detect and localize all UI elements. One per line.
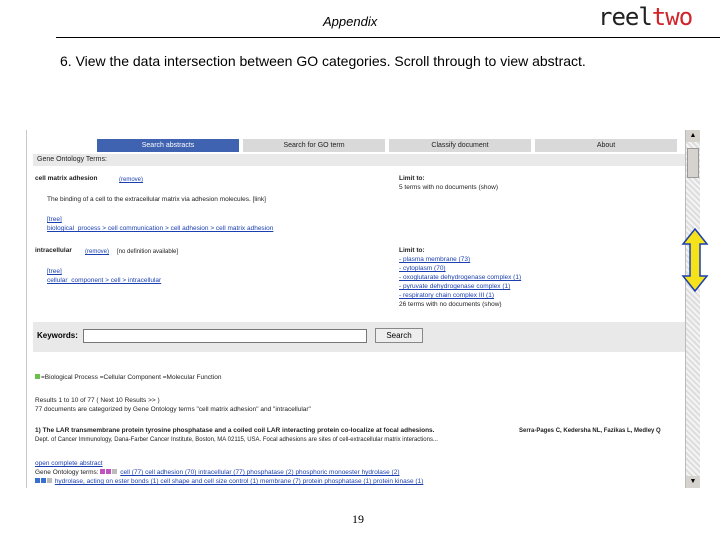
legend-text: =Biological Process =Cellular Component … [41, 374, 222, 381]
term1-remove-link[interactable]: (remove) [119, 176, 143, 184]
logo-two: two [651, 3, 693, 31]
go-terms-row: hydrolase, acting on ester bonds (1) cel… [35, 478, 423, 486]
term1-name: cell matrix adhesion [35, 175, 98, 182]
term2-name: intracellular [35, 247, 72, 254]
abstract-title[interactable]: 1) The LAR transmembrane protein tyrosin… [35, 427, 434, 435]
results-summary: 77 documents are categorized by Gene Ont… [35, 406, 311, 413]
go-terms-line[interactable]: cell (77) cell adhesion (70) intracellul… [120, 469, 399, 476]
term2-remove-link[interactable]: (remove) [85, 248, 109, 256]
star-icon [112, 469, 118, 474]
term2-limit-item[interactable]: - pyruvate dehydrogenase complex (1) [399, 283, 510, 291]
term2-limit-item[interactable]: - oxoglutarate dehydrogenase complex (1) [399, 274, 521, 282]
star-icon [35, 478, 40, 483]
vertical-scrollbar[interactable]: ▲ ▼ [685, 130, 700, 488]
term2-limit-item[interactable]: - cytoplasm (70) [399, 265, 446, 273]
star-icon [47, 478, 52, 483]
term2-tree-link[interactable]: [tree] [47, 268, 62, 276]
tab-search-abstracts[interactable]: Search abstracts [97, 139, 239, 152]
double-arrow-icon [681, 228, 709, 292]
star-icon [41, 478, 46, 483]
term2-limit-label: Limit to: [399, 247, 425, 254]
instruction-text: 6. View the data intersection between GO… [60, 53, 586, 69]
go-terms-heading: Gene Ontology Terms: [33, 154, 697, 166]
term2-limit-item[interactable]: - plasma membrane (73) [399, 256, 470, 264]
results-count: Results 1 to 10 of 77 ( Next 10 Results … [35, 397, 160, 404]
term1-path[interactable]: biological_process > cell communication … [47, 225, 273, 233]
term1-limit-label: Limit to: [399, 175, 425, 182]
term2-limit-item[interactable]: - respiratory chain complex III (1) [399, 292, 494, 300]
term2-path[interactable]: cellular_component > cell > intracellula… [47, 277, 161, 285]
star-icon [35, 374, 40, 379]
scroll-down-arrow-icon[interactable]: ▼ [686, 476, 700, 488]
term1-definition: The binding of a cell to the extracellul… [47, 196, 266, 203]
go-terms-line[interactable]: hydrolase, acting on ester bonds (1) cel… [55, 478, 424, 485]
abstract-journal: Dept. of Cancer Immunology, Dana-Farber … [35, 437, 438, 443]
tab-bar: Search abstracts Search for GO term Clas… [97, 139, 677, 152]
go-terms-row: Gene Ontology terms: cell (77) cell adhe… [35, 469, 400, 477]
tab-search-go-term[interactable]: Search for GO term [243, 139, 385, 152]
keywords-input[interactable] [83, 329, 367, 343]
term1-limit-text[interactable]: 5 terms with no documents (show) [399, 184, 498, 192]
term2-limit-item[interactable]: 26 terms with no documents (show) [399, 301, 502, 309]
page-number: 19 [352, 512, 364, 526]
logo-reel: reel [598, 3, 653, 31]
keyword-search-bar: Keywords: Search [33, 322, 697, 352]
scroll-up-arrow-icon[interactable]: ▲ [686, 130, 700, 142]
app-screenshot: Search abstracts Search for GO term Clas… [26, 130, 700, 488]
scrollbar-thumb[interactable] [687, 148, 699, 178]
star-icon [106, 469, 112, 474]
go-terms-label: Gene Ontology terms: [35, 469, 99, 476]
search-button[interactable]: Search [375, 328, 423, 343]
keywords-label: Keywords: [37, 331, 78, 340]
reeltwo-logo: reeltwo [598, 2, 693, 32]
legend: =Biological Process =Cellular Component … [35, 374, 221, 382]
open-abstract-link[interactable]: open complete abstract [35, 460, 103, 468]
star-icon [100, 469, 106, 474]
term1-tree-link[interactable]: [tree] [47, 216, 62, 224]
tab-classify-document[interactable]: Classify document [389, 139, 531, 152]
abstract-authors: Serra-Pages C, Kedersha NL, Fazikas L, M… [519, 428, 661, 434]
tab-about[interactable]: About [535, 139, 677, 152]
term2-definition: [no definition available] [117, 249, 179, 255]
slide-title: Appendix [323, 14, 378, 29]
header-rule [56, 37, 720, 38]
